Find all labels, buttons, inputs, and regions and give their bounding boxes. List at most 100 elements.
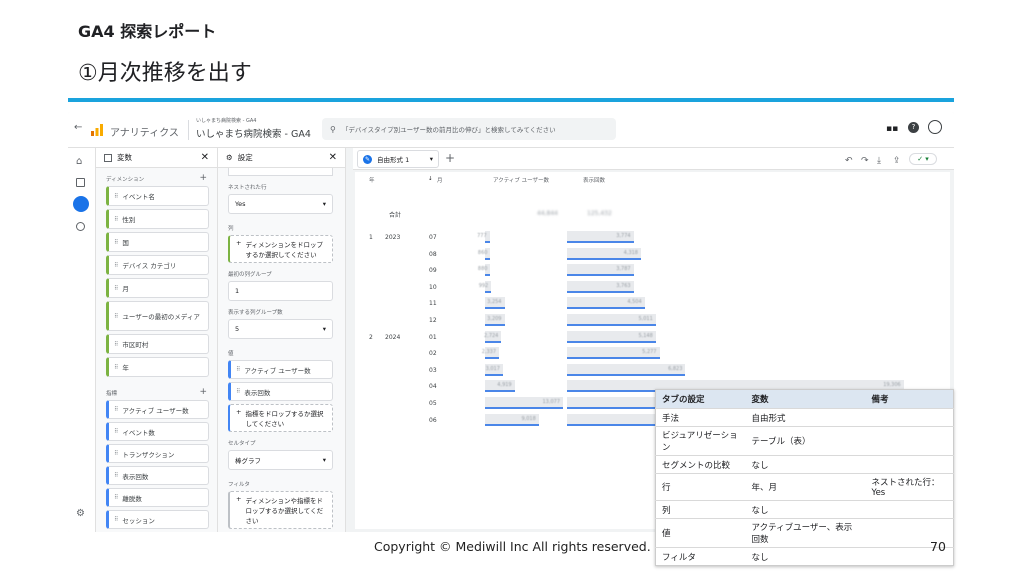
undo-icon[interactable]: ↶: [845, 156, 853, 166]
drag-handle-icon[interactable]: ⠿: [114, 313, 118, 320]
drag-handle-icon[interactable]: ⠿: [114, 494, 118, 501]
settings-cell: 列: [655, 500, 746, 519]
row-year-index: 1: [369, 234, 373, 241]
value-chip[interactable]: ⠿ 表示回数: [228, 382, 333, 401]
add-metric-icon[interactable]: +: [199, 387, 207, 397]
search-icon: ⚲: [330, 124, 336, 134]
dimension-chip[interactable]: ⠿ 月: [106, 278, 209, 298]
bar-line: [567, 290, 634, 293]
filter-drop-zone[interactable]: + ディメンションや指標をドロップするか選択してください: [228, 491, 333, 529]
dimension-chip[interactable]: ⠿ デバイス カテゴリ: [106, 255, 209, 275]
header-year[interactable]: 年: [369, 176, 375, 184]
row-month: 11: [429, 300, 437, 308]
close-icon[interactable]: ✕: [329, 152, 337, 163]
start-group-input[interactable]: 1: [228, 281, 333, 301]
drag-handle-icon[interactable]: ⠿: [114, 341, 118, 348]
metric-chip[interactable]: ⠿ アクティブ ユーザー数: [106, 400, 209, 419]
dimension-chip[interactable]: ⠿ 市区町村: [106, 334, 209, 354]
settings-row: 行年、月 ネストされた行：Yes: [655, 473, 954, 501]
cell-type-select[interactable]: 棒グラフ ▾: [228, 450, 333, 470]
dimension-chip[interactable]: ⠿ 年: [106, 357, 209, 377]
views-value: 4,318: [623, 249, 638, 256]
explore-icon[interactable]: [73, 196, 89, 212]
redo-icon[interactable]: ↷: [861, 156, 869, 166]
drag-handle-icon[interactable]: ⠿: [114, 364, 118, 371]
value-chip[interactable]: ⠿ アクティブ ユーザー数: [228, 360, 333, 379]
apps-grid-icon[interactable]: ▪▪: [886, 124, 898, 134]
add-dimension-icon[interactable]: +: [199, 173, 207, 183]
help-icon[interactable]: ?: [908, 122, 919, 133]
drag-handle-icon[interactable]: ⠿: [114, 239, 118, 246]
slide-subtitle: ①月次推移を出す: [78, 61, 252, 86]
status-check-icon[interactable]: ✓ ▾: [909, 153, 937, 165]
close-icon[interactable]: ✕: [201, 152, 209, 163]
settings-cell: なし: [745, 547, 866, 566]
settings-row: フィルタ なし: [655, 547, 954, 566]
settings-cell: 年、月: [745, 473, 866, 501]
tab-freeform[interactable]: ✎ 自由形式 1 ▾: [357, 150, 439, 168]
bar-line: [567, 340, 656, 343]
active-users-value: 3,254: [487, 299, 502, 306]
account-small[interactable]: いしゃまち病院検索 - GA4: [196, 117, 256, 124]
settings-cell: 手法: [655, 408, 746, 427]
home-icon[interactable]: ⌂: [76, 156, 82, 167]
drag-handle-icon[interactable]: ⠿: [114, 406, 118, 413]
settings-cell: [865, 455, 954, 474]
metric-chip[interactable]: ⠿ セッション: [106, 510, 209, 529]
metric-chip[interactable]: ⠿ イベント数: [106, 422, 209, 441]
copyright: Copyright © Mediwill Inc All rights rese…: [374, 539, 651, 554]
drag-handle-icon[interactable]: ⠿: [114, 216, 118, 223]
values-label: 値: [228, 351, 234, 357]
drag-handle-icon[interactable]: ⠿: [114, 285, 118, 292]
columns-drop-zone[interactable]: + ディメンションをドロップするか選択してください: [228, 235, 333, 263]
header-active-users[interactable]: アクティブ ユーザー数: [493, 176, 549, 184]
download-icon[interactable]: ⤓: [877, 156, 881, 166]
drag-handle-icon[interactable]: ⠿: [114, 472, 118, 479]
admin-gear-icon[interactable]: ⚙: [76, 508, 85, 519]
drag-handle-icon[interactable]: ⠿: [114, 428, 118, 435]
advertising-icon[interactable]: [76, 222, 85, 231]
metric-chip[interactable]: ⠿ トランザクション: [106, 444, 209, 463]
row-month: 06: [429, 416, 437, 424]
drag-handle-icon[interactable]: ⠿: [114, 450, 118, 457]
dropdown-icon: ▾: [322, 325, 326, 333]
active-users-value: 860: [477, 249, 488, 256]
property-name[interactable]: いしゃまち病院検索 - GA4: [196, 126, 311, 140]
dimension-chip[interactable]: ⠿ イベント名: [106, 186, 209, 206]
active-users-value: 777: [477, 233, 487, 239]
bar-line: [567, 373, 686, 376]
bar-line: [485, 340, 502, 343]
drag-handle-icon[interactable]: ⠿: [114, 262, 118, 269]
show-groups-select[interactable]: 5 ▾: [228, 319, 333, 339]
drag-handle-icon[interactable]: ⠿: [114, 516, 118, 523]
metric-chip[interactable]: ⠿ 表示回数: [106, 466, 209, 485]
dimension-chip[interactable]: ⠿ ユーザーの最初のメディア: [106, 301, 209, 331]
active-users-value: 4,919: [497, 382, 512, 389]
settings-row: 列なし: [655, 500, 954, 519]
views-bar: 6,823: [567, 363, 686, 376]
values-drop-zone[interactable]: + 指標をドロップするか選択してください: [228, 404, 333, 432]
avatar[interactable]: [928, 120, 942, 134]
columns-label: 列: [228, 226, 234, 232]
header-month[interactable]: 月: [437, 176, 443, 184]
settings-panel: ⚙ 設定 ✕ ネストされた行 Yes ▾ 列 + ディメンションをドロップするか選択…: [218, 148, 346, 532]
share-icon[interactable]: ⇪: [893, 156, 901, 166]
reports-icon[interactable]: [76, 178, 85, 187]
nested-rows-select[interactable]: Yes ▾: [228, 194, 333, 214]
settings-cell: 値: [655, 518, 746, 548]
views-value: 3,763: [616, 282, 631, 289]
search-bar[interactable]: ⚲ 「デバイスタイプ別ユーザー数の前月比の伸び」と検索してみてください: [322, 118, 616, 140]
left-nav: ⌂ ⚙: [68, 148, 96, 532]
metric-chip[interactable]: ⠿ 離脱数: [106, 488, 209, 507]
tab-dropdown-icon[interactable]: ▾: [430, 155, 433, 163]
back-arrow-icon[interactable]: ←: [74, 122, 82, 133]
settings-gear-icon: ⚙: [226, 153, 233, 162]
settings-cell: 自由形式: [745, 408, 866, 427]
add-tab-icon[interactable]: +: [445, 151, 455, 165]
drag-handle-icon[interactable]: ⠿: [114, 193, 118, 200]
dimension-chip[interactable]: ⠿ 性別: [106, 209, 209, 229]
header-views[interactable]: 表示回数: [583, 176, 605, 184]
settings-col-header: タブの設定: [655, 389, 746, 409]
dimension-chip[interactable]: ⠿ 国: [106, 232, 209, 252]
metrics-label: 指標 +: [106, 387, 207, 397]
